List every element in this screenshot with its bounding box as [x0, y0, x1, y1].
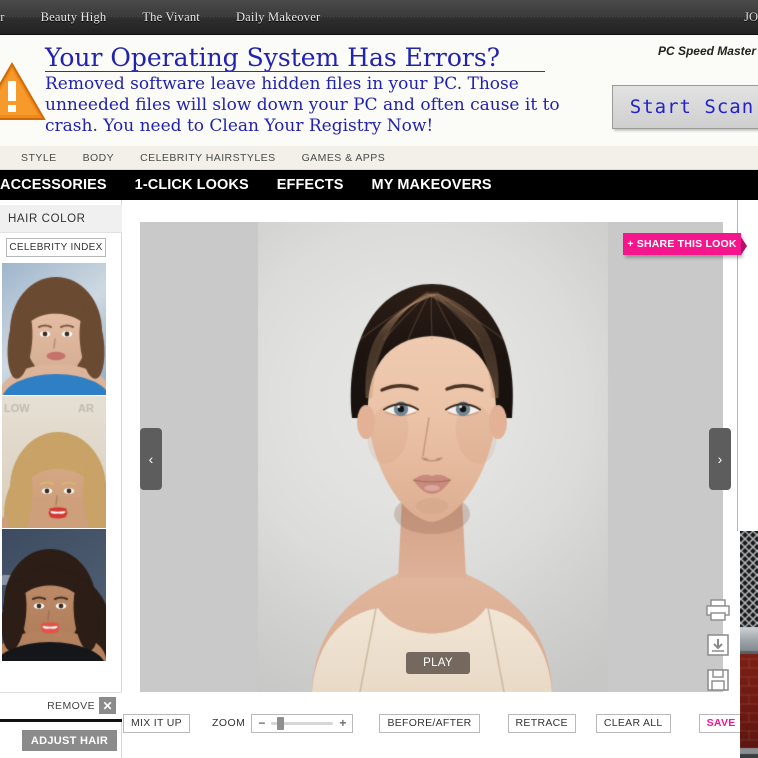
- mix-it-up-button[interactable]: MIX IT UP: [123, 713, 190, 733]
- save-disk-icon[interactable]: [705, 668, 731, 692]
- advertisement-banner[interactable]: Your Operating System Has Errors? Remove…: [0, 35, 758, 146]
- zoom-out-button[interactable]: −: [255, 717, 268, 730]
- subnav-item-style[interactable]: STYLE: [8, 152, 70, 164]
- start-scan-button[interactable]: Start Scan: [612, 85, 758, 129]
- before-after-button[interactable]: BEFORE/AFTER: [379, 713, 480, 733]
- celebrity-index-button[interactable]: CELEBRITY INDEX: [6, 238, 106, 257]
- previous-look-button[interactable]: ‹: [140, 428, 162, 490]
- adjust-hair-button[interactable]: ADJUST HAIR: [22, 730, 117, 751]
- list-item[interactable]: [2, 529, 106, 662]
- download-icon[interactable]: [705, 633, 731, 657]
- zoom-stepper[interactable]: − +: [251, 713, 354, 733]
- warning-triangle-icon: [0, 62, 46, 120]
- print-icon[interactable]: [705, 598, 731, 622]
- zoom-in-button[interactable]: +: [336, 717, 349, 730]
- zoom-slider[interactable]: [271, 716, 334, 730]
- remove-label: REMOVE: [47, 699, 95, 712]
- netbar-link-0[interactable]: aster: [0, 10, 23, 25]
- subnav-item-0[interactable]: N: [0, 152, 8, 164]
- subnav-item-games-apps[interactable]: GAMES & APPS: [289, 152, 399, 164]
- left-sidebar: HAIR COLOR CELEBRITY INDEX >> REMOVE ✕ A…: [0, 200, 122, 758]
- join-link[interactable]: JO: [744, 10, 758, 25]
- ad-headline: Your Operating System Has Errors?: [45, 43, 501, 72]
- clear-all-button[interactable]: CLEAR ALL: [595, 713, 671, 733]
- next-look-button[interactable]: ›: [709, 428, 731, 490]
- netbar-link-1[interactable]: Beauty High: [23, 10, 125, 25]
- ad-divider: [45, 71, 545, 72]
- remove-row: REMOVE ✕: [0, 692, 122, 718]
- ad-body-text: Removed software leave hidden files in y…: [45, 74, 560, 136]
- subnav-item-body[interactable]: BODY: [70, 152, 128, 164]
- sidebar-divider: [0, 719, 122, 722]
- close-icon[interactable]: ✕: [99, 697, 116, 714]
- secondary-nav-items: N STYLE BODY CELEBRITY HAIRSTYLES GAMES …: [0, 146, 399, 169]
- netbar-right-group: JO: [744, 0, 758, 34]
- celebrity-thumbnail-list: [2, 263, 106, 662]
- list-item[interactable]: [2, 263, 106, 396]
- subnav-item-celebrity-hairstyles[interactable]: CELEBRITY HAIRSTYLES: [127, 152, 288, 164]
- primary-nav: ACCESSORIES 1-CLICK LOOKS EFFECTS MY MAK…: [0, 170, 758, 200]
- network-top-bar: aster Beauty High The Vivant Daily Makeo…: [0, 0, 758, 35]
- secondary-nav: N STYLE BODY CELEBRITY HAIRSTYLES GAMES …: [0, 146, 758, 170]
- zoom-label: ZOOM: [211, 717, 246, 729]
- stage-tool-icons: [696, 598, 740, 692]
- ad-brand-label: PC Speed Master: [657, 44, 756, 58]
- tab-accessories[interactable]: ACCESSORIES: [0, 177, 121, 193]
- zoom-slider-handle[interactable]: [277, 716, 285, 730]
- network-links: aster Beauty High The Vivant Daily Makeo…: [0, 0, 338, 34]
- primary-nav-items: ACCESSORIES 1-CLICK LOOKS EFFECTS MY MAK…: [0, 170, 506, 200]
- tab-1-click-looks[interactable]: 1-CLICK LOOKS: [121, 177, 263, 193]
- tab-effects[interactable]: EFFECTS: [263, 177, 358, 193]
- netbar-link-3[interactable]: Daily Makeover: [218, 10, 338, 25]
- side-banner-image[interactable]: [740, 531, 758, 758]
- photo-canvas[interactable]: [140, 222, 723, 692]
- retrace-button[interactable]: RETRACE: [507, 713, 576, 733]
- netbar-link-2[interactable]: The Vivant: [124, 10, 218, 25]
- play-button[interactable]: PLAY: [406, 652, 470, 674]
- portrait-photo: [140, 222, 723, 692]
- sidebar-title: HAIR COLOR: [0, 205, 122, 233]
- makeover-stage: + SHARE THIS LOOK ‹ › PLAY: [123, 200, 758, 758]
- app-page: aster Beauty High The Vivant Daily Makeo…: [0, 0, 758, 758]
- share-this-look-button[interactable]: + SHARE THIS LOOK: [623, 233, 747, 255]
- save-button[interactable]: SAVE: [698, 713, 744, 733]
- bottom-toolbar: MIX IT UP ZOOM − + BEFORE/AFTER RETRACE …: [123, 710, 758, 736]
- list-item[interactable]: [2, 396, 106, 529]
- tab-my-makeovers[interactable]: MY MAKEOVERS: [358, 177, 506, 193]
